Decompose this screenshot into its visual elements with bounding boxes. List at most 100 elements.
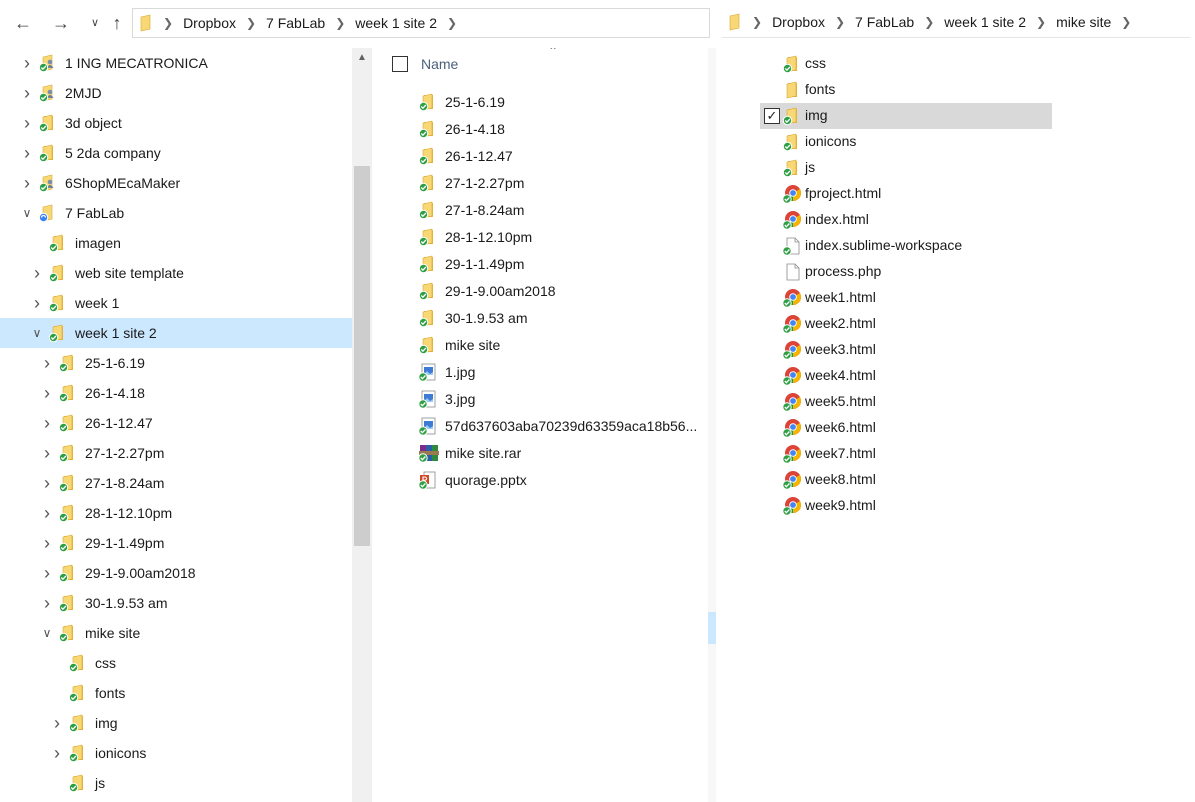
list-item[interactable]: ✓ img (760, 103, 1052, 129)
file-list-scrollbar[interactable] (708, 48, 716, 802)
chevron-right-icon[interactable]: › (40, 564, 54, 582)
tree-item[interactable]: › ionicons (0, 738, 352, 768)
tree-item[interactable]: ∨ 7 FabLab (0, 198, 352, 228)
tree-item[interactable]: › 5 2da company (0, 138, 352, 168)
tree-scrollbar-thumb[interactable] (354, 166, 370, 546)
list-item[interactable]: fproject.html (760, 181, 1052, 207)
tree-item[interactable]: › 27-1-2.27pm (0, 438, 352, 468)
list-item[interactable]: week8.html (760, 467, 1052, 493)
tree-item[interactable]: › 2MJD (0, 78, 352, 108)
list-item[interactable]: week7.html (760, 441, 1052, 467)
tree-item[interactable]: › 29-1-1.49pm (0, 528, 352, 558)
chevron-right-icon[interactable]: › (40, 444, 54, 462)
list-item[interactable]: week1.html (760, 285, 1052, 311)
tree-item[interactable]: › week 1 (0, 288, 352, 318)
list-item[interactable]: mike site.rar (372, 440, 708, 467)
breadcrumb-dropbox[interactable]: Dropbox (772, 14, 825, 30)
list-item[interactable]: 30-1.9.53 am (372, 305, 708, 332)
tree-item[interactable]: ∨ mike site (0, 618, 352, 648)
chevron-right-icon[interactable]: › (20, 84, 34, 102)
chevron-right-icon[interactable]: › (50, 714, 64, 732)
list-item[interactable]: week4.html (760, 363, 1052, 389)
tree-item[interactable]: imagen (0, 228, 352, 258)
list-item[interactable]: 27-1-8.24am (372, 197, 708, 224)
list-item[interactable]: index.html (760, 207, 1052, 233)
chevron-down-icon[interactable]: ∨ (20, 206, 34, 220)
list-item[interactable]: index.sublime-workspace (760, 233, 1052, 259)
tree-item[interactable]: › 1 ING MECATRONICA (0, 48, 352, 78)
address-bar[interactable]: ❯ Dropbox ❯ 7 FabLab ❯ week 1 site 2 ❯ (132, 8, 710, 38)
forward-arrow-icon[interactable]: → (50, 12, 72, 34)
chevron-right-icon[interactable]: › (30, 264, 44, 282)
tree-item[interactable]: › img (0, 708, 352, 738)
tree-item[interactable]: › 29-1-9.00am2018 (0, 558, 352, 588)
name-column-header[interactable]: Name (421, 56, 458, 72)
list-item[interactable]: 29-1-1.49pm (372, 251, 708, 278)
breadcrumb-mike-site[interactable]: mike site (1056, 14, 1111, 30)
tree-item[interactable]: › 6ShopMEcaMaker (0, 168, 352, 198)
tree-item[interactable]: css (0, 648, 352, 678)
chevron-right-icon[interactable]: › (20, 144, 34, 162)
right-address-bar[interactable]: ❯ Dropbox ❯ 7 FabLab ❯ week 1 site 2 ❯ m… (722, 6, 1190, 38)
chevron-right-icon[interactable]: › (40, 474, 54, 492)
list-item[interactable]: week9.html (760, 493, 1052, 519)
back-arrow-icon[interactable]: ← (12, 12, 34, 34)
tree-item[interactable]: › 27-1-8.24am (0, 468, 352, 498)
tree-item[interactable]: js (0, 768, 352, 798)
list-item[interactable]: week5.html (760, 389, 1052, 415)
list-item[interactable]: mike site (372, 332, 708, 359)
list-item[interactable]: quorage.pptx (372, 467, 708, 494)
list-item[interactable]: week3.html (760, 337, 1052, 363)
chevron-right-icon[interactable]: › (20, 54, 34, 72)
up-arrow-icon[interactable]: ↑ (106, 12, 128, 34)
list-item[interactable]: fonts (760, 77, 1052, 103)
breadcrumb-dropbox[interactable]: Dropbox (183, 15, 236, 31)
breadcrumb-7-fablab[interactable]: 7 FabLab (855, 14, 914, 30)
chevron-down-icon[interactable]: ∨ (40, 626, 54, 640)
list-item[interactable]: week2.html (760, 311, 1052, 337)
chevron-down-icon[interactable]: ∨ (30, 326, 44, 340)
scroll-up-arrow-icon[interactable]: ▲ (357, 52, 367, 63)
tree-item[interactable]: › 28-1-12.10pm (0, 498, 352, 528)
breadcrumb-week-1-site-2[interactable]: week 1 site 2 (944, 14, 1026, 30)
tree-item[interactable]: › 26-1-12.47 (0, 408, 352, 438)
list-item[interactable]: 3.jpg (372, 386, 708, 413)
select-all-checkbox[interactable] (392, 56, 408, 72)
list-item[interactable]: 57d637603aba70239d63359aca18b56... (372, 413, 708, 440)
list-item[interactable]: process.php (760, 259, 1052, 285)
list-item[interactable]: 27-1-2.27pm (372, 170, 708, 197)
chevron-right-icon[interactable]: › (40, 354, 54, 372)
list-item[interactable]: 25-1-6.19 (372, 89, 708, 116)
tree-item[interactable]: › 26-1-4.18 (0, 378, 352, 408)
chevron-right-icon[interactable]: › (40, 594, 54, 612)
tree-item[interactable]: fonts (0, 678, 352, 708)
recent-locations-chevron-icon[interactable]: ∨ (84, 12, 106, 34)
chevron-right-icon[interactable]: › (20, 174, 34, 192)
chevron-right-icon[interactable]: › (40, 504, 54, 522)
list-item[interactable]: js (760, 155, 1052, 181)
tree-item[interactable]: › 30-1.9.53 am (0, 588, 352, 618)
chevron-right-icon[interactable]: › (50, 744, 64, 762)
tree-item[interactable]: › web site template (0, 258, 352, 288)
chevron-right-icon[interactable]: › (40, 384, 54, 402)
list-item[interactable]: week6.html (760, 415, 1052, 441)
breadcrumb-week-1-site-2[interactable]: week 1 site 2 (355, 15, 437, 31)
list-item[interactable]: 29-1-9.00am2018 (372, 278, 708, 305)
list-item[interactable]: 26-1-12.47 (372, 143, 708, 170)
list-item[interactable]: 28-1-12.10pm (372, 224, 708, 251)
chevron-right-icon[interactable]: › (30, 294, 44, 312)
tree-item[interactable]: › 3d object (0, 108, 352, 138)
chevron-right-icon[interactable]: › (40, 414, 54, 432)
chevron-right-icon[interactable]: › (20, 114, 34, 132)
list-item[interactable]: 26-1-4.18 (372, 116, 708, 143)
item-checkbox[interactable]: ✓ (764, 108, 780, 124)
list-item-label: 30-1.9.53 am (445, 310, 528, 326)
breadcrumb-7-fablab[interactable]: 7 FabLab (266, 15, 325, 31)
tree-scrollbar[interactable]: ▲ (352, 48, 372, 802)
tree-item[interactable]: ∨ week 1 site 2 (0, 318, 352, 348)
list-item[interactable]: 1.jpg (372, 359, 708, 386)
list-item[interactable]: css (760, 51, 1052, 77)
tree-item[interactable]: › 25-1-6.19 (0, 348, 352, 378)
list-item[interactable]: ionicons (760, 129, 1052, 155)
chevron-right-icon[interactable]: › (40, 534, 54, 552)
